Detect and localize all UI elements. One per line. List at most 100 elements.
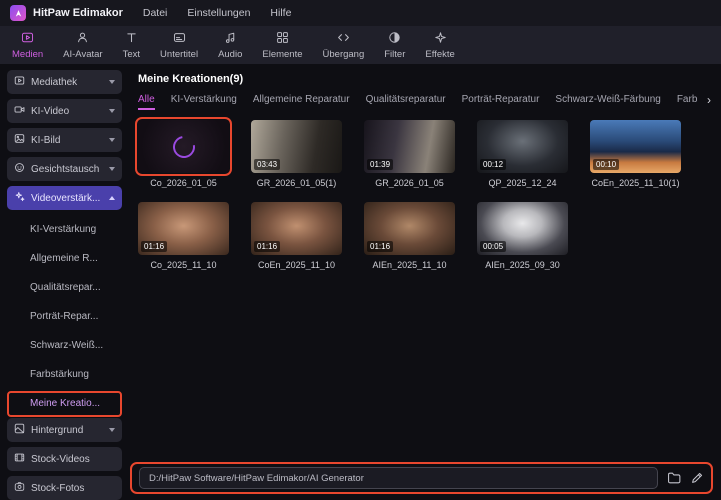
media-item[interactable]: 01:16 Co_2025_11_10 <box>138 202 229 270</box>
media-icon <box>21 31 34 47</box>
filter-tab-allgemeine-reparatur[interactable]: Allgemeine Reparatur <box>253 94 350 108</box>
media-thumbnail: 01:16 <box>138 202 229 255</box>
sidebar-item-stock-videos[interactable]: Stock-Videos <box>7 447 122 471</box>
sidebar-item-gesichtstausch[interactable]: Gesichtstausch <box>7 157 122 181</box>
filter-tabs: Alle KI-Verstärkung Allgemeine Reparatur… <box>138 94 713 110</box>
duration-badge: 00:05 <box>480 241 507 252</box>
sidebar-item-hintergrund[interactable]: Hintergrund <box>7 418 122 442</box>
tab-text[interactable]: Text <box>123 31 140 60</box>
media-thumbnail: 01:39 <box>364 120 455 173</box>
app-logo-icon <box>10 5 26 21</box>
duration-badge: 00:12 <box>480 159 507 170</box>
filter-tab-alle[interactable]: Alle <box>138 94 155 110</box>
sidebar-subitem-qualitaetsreparatur[interactable]: Qualitätsrepar... <box>7 273 122 302</box>
sidebar-subitem-schwarz-weiss[interactable]: Schwarz-Weiß... <box>7 331 122 360</box>
folder-icon[interactable] <box>667 471 681 485</box>
filter-tab-farb[interactable]: Farb <box>677 94 698 108</box>
sidebar-item-ki-video[interactable]: KI-Video <box>7 99 122 123</box>
tab-effekte[interactable]: Effekte <box>425 31 455 60</box>
app-window: HitPaw Edimakor Datei Einstellungen Hilf… <box>0 0 721 500</box>
music-note-icon <box>224 31 237 47</box>
tab-elemente[interactable]: Elemente <box>262 31 303 60</box>
chevron-up-icon <box>109 196 115 200</box>
sidebar-item-ki-bild[interactable]: KI-Bild <box>7 128 122 152</box>
sparkle-icon <box>434 31 447 47</box>
tab-untertitel[interactable]: Untertitel <box>160 31 198 60</box>
filter-tab-schwarz-weiss-faerbung[interactable]: Schwarz-Weiß-Färbung <box>555 94 660 108</box>
sidebar-subitem-portraet-reparatur[interactable]: Porträt-Repar... <box>7 302 122 331</box>
loading-spinner-icon <box>168 131 199 162</box>
toolbar: Medien AI-Avatar Text Untertitel Audio E… <box>0 26 721 64</box>
menu-hilfe[interactable]: Hilfe <box>270 7 291 19</box>
chevron-down-icon <box>109 167 115 171</box>
elements-grid-icon <box>276 31 289 47</box>
media-item[interactable]: 03:43 GR_2026_01_05(1) <box>251 120 342 188</box>
tab-audio[interactable]: Audio <box>218 31 242 60</box>
media-thumbnail: 01:16 <box>364 202 455 255</box>
text-icon <box>125 31 138 47</box>
sidebar-subitem-meine-kreationen[interactable]: Meine Kreatio... <box>7 391 122 417</box>
media-item-name: CoEn_2025_11_10(1) <box>591 178 680 188</box>
app-title: HitPaw Edimakor <box>33 7 123 19</box>
media-item-name: CoEn_2025_11_10 <box>258 260 335 270</box>
sidebar-subitem-ki-verstaerkung[interactable]: KI-Verstärkung <box>7 215 122 244</box>
media-thumbnail: 00:12 <box>477 120 568 173</box>
filter-icon <box>388 31 401 47</box>
filter-tab-ki-verstaerkung[interactable]: KI-Verstärkung <box>171 94 237 108</box>
chevron-down-icon <box>109 109 115 113</box>
titlebar: HitPaw Edimakor Datei Einstellungen Hilf… <box>0 0 721 26</box>
sidebar-item-stock-fotos[interactable]: Stock-Fotos <box>7 476 122 500</box>
sidebar-item-mediathek[interactable]: Mediathek <box>7 70 122 94</box>
tab-ai-avatar[interactable]: AI-Avatar <box>63 31 103 60</box>
media-item-name: AIEn_2025_09_30 <box>485 260 560 270</box>
filter-tab-qualitaetsreparatur[interactable]: Qualitätsreparatur <box>366 94 446 108</box>
content-area: Mediathek KI-Video KI-Bild Gesichtstausc… <box>0 64 721 500</box>
media-thumbnail: 00:05 <box>477 202 568 255</box>
video-enhance-icon <box>14 191 25 205</box>
media-item[interactable]: 01:16 CoEn_2025_11_10 <box>251 202 342 270</box>
media-thumbnail: 03:43 <box>251 120 342 173</box>
duration-badge: 01:16 <box>367 241 394 252</box>
face-swap-icon <box>14 162 25 176</box>
media-item[interactable]: 01:39 GR_2026_01_05 <box>364 120 455 188</box>
output-path-bar <box>130 462 713 494</box>
duration-badge: 01:16 <box>141 241 168 252</box>
page-title: Meine Kreationen(9) <box>138 73 244 85</box>
duration-badge: 01:39 <box>367 159 394 170</box>
media-item-name: GR_2026_01_05(1) <box>256 178 337 188</box>
media-item[interactable]: Co_2026_01_05 <box>135 117 232 188</box>
media-thumbnail: 01:16 <box>251 202 342 255</box>
tab-filter[interactable]: Filter <box>384 31 405 60</box>
media-item[interactable]: 00:10 CoEn_2025_11_10(1) <box>590 120 681 188</box>
tab-uebergang[interactable]: Übergang <box>323 31 364 60</box>
media-item-name: QP_2025_12_24 <box>488 178 557 188</box>
filter-tab-portraet-reparatur[interactable]: Porträt-Reparatur <box>462 94 540 108</box>
main-panel: Meine Kreationen(9) Alle KI-Verstärkung … <box>128 64 721 500</box>
media-item[interactable]: 00:12 QP_2025_12_24 <box>477 120 568 188</box>
media-item[interactable]: 00:05 AIEn_2025_09_30 <box>477 202 568 270</box>
sidebar-subitem-allgemeine-reparatur[interactable]: Allgemeine R... <box>7 244 122 273</box>
sidebar-subitem-farbstaerkung[interactable]: Farbstärkung <box>7 360 122 389</box>
media-thumbnail: 00:10 <box>590 120 681 173</box>
media-item-name: GR_2026_01_05 <box>375 178 444 188</box>
film-strip-icon <box>14 452 25 466</box>
filter-scroll-right-icon[interactable]: › <box>707 94 711 107</box>
media-item-name: Co_2026_01_05 <box>150 178 217 188</box>
menu-einstellungen[interactable]: Einstellungen <box>187 7 250 19</box>
sidebar-item-videoverstaerkung[interactable]: Videoverstärk... <box>7 186 122 210</box>
duration-badge: 00:10 <box>593 159 620 170</box>
subtitles-icon <box>173 31 186 47</box>
edit-pen-icon[interactable] <box>690 471 704 485</box>
tab-medien[interactable]: Medien <box>12 31 43 60</box>
photo-camera-icon <box>14 481 25 495</box>
output-path-input[interactable] <box>139 467 658 489</box>
ai-image-icon <box>14 133 25 147</box>
chevron-down-icon <box>109 80 115 84</box>
chevron-down-icon <box>109 138 115 142</box>
media-library-icon <box>14 75 25 89</box>
sidebar: Mediathek KI-Video KI-Bild Gesichtstausc… <box>0 64 128 500</box>
chevron-down-icon <box>109 428 115 432</box>
transition-icon <box>337 31 350 47</box>
media-item[interactable]: 01:16 AIEn_2025_11_10 <box>364 202 455 270</box>
menu-datei[interactable]: Datei <box>143 7 168 19</box>
